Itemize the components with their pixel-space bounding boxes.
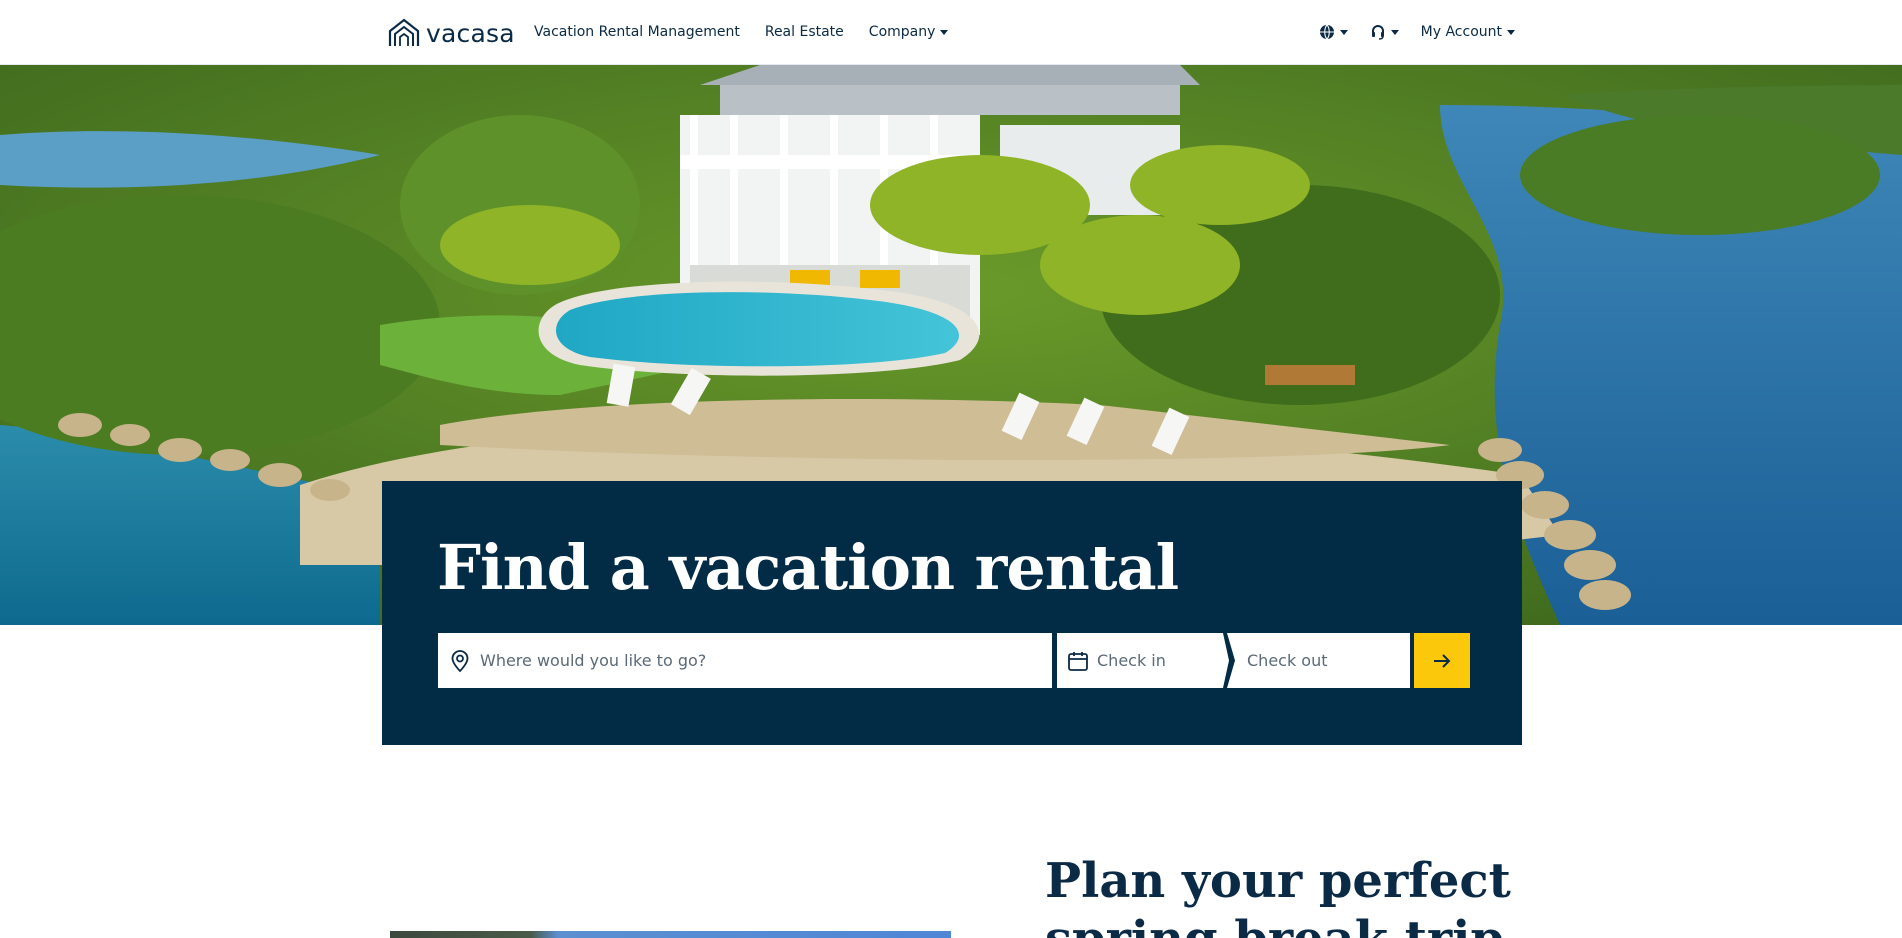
headset-icon	[1371, 25, 1384, 40]
promo-image	[390, 931, 951, 938]
nav-label: Company	[868, 24, 936, 40]
promo-title: Plan your perfect spring break trip	[1045, 853, 1511, 938]
check-in-label: Check in	[1097, 651, 1166, 670]
search-panel: Find a vacation rental Where would you l…	[382, 481, 1522, 745]
site-header: vacasa Vacation Rental Management Real E…	[0, 0, 1902, 65]
calendar-icon	[1068, 651, 1088, 671]
nav-real-estate[interactable]: Real Estate	[765, 24, 844, 40]
map-pin-icon	[451, 649, 469, 672]
globe-icon	[1319, 24, 1334, 40]
nav-label: Vacation Rental Management	[534, 24, 740, 40]
date-range: Check in Check out	[1057, 633, 1410, 688]
destination-placeholder: Where would you like to go?	[480, 651, 707, 670]
vacasa-logo[interactable]: vacasa	[388, 18, 515, 48]
destination-input[interactable]: Where would you like to go?	[438, 633, 1052, 688]
main-nav: Vacation Rental Management Real Estate C…	[534, 24, 949, 40]
chevron-down-icon	[1390, 29, 1399, 35]
logo-text: vacasa	[426, 18, 515, 48]
chevron-down-icon	[940, 29, 949, 35]
utility-nav: My Account	[1319, 24, 1515, 40]
support-dropdown[interactable]	[1370, 24, 1399, 40]
check-in-field[interactable]: Check in	[1057, 633, 1229, 688]
chevron-down-icon	[1339, 29, 1348, 35]
check-out-label: Check out	[1247, 651, 1328, 670]
nav-vacation-rental-management[interactable]: Vacation Rental Management	[534, 24, 740, 40]
search-submit-button[interactable]	[1414, 633, 1470, 688]
account-label: My Account	[1420, 24, 1502, 40]
check-out-field[interactable]: Check out	[1227, 633, 1410, 688]
page-title: Find a vacation rental	[437, 531, 1179, 604]
nav-label: Real Estate	[764, 24, 844, 40]
search-form: Where would you like to go? Check in Che…	[438, 633, 1470, 688]
chevron-down-icon	[1507, 29, 1515, 35]
my-account-dropdown[interactable]: My Account	[1421, 24, 1515, 40]
nav-company-dropdown[interactable]: Company	[869, 24, 949, 40]
house-logo-icon	[388, 18, 420, 46]
language-dropdown[interactable]	[1319, 24, 1348, 40]
arrow-right-icon	[1434, 653, 1451, 668]
